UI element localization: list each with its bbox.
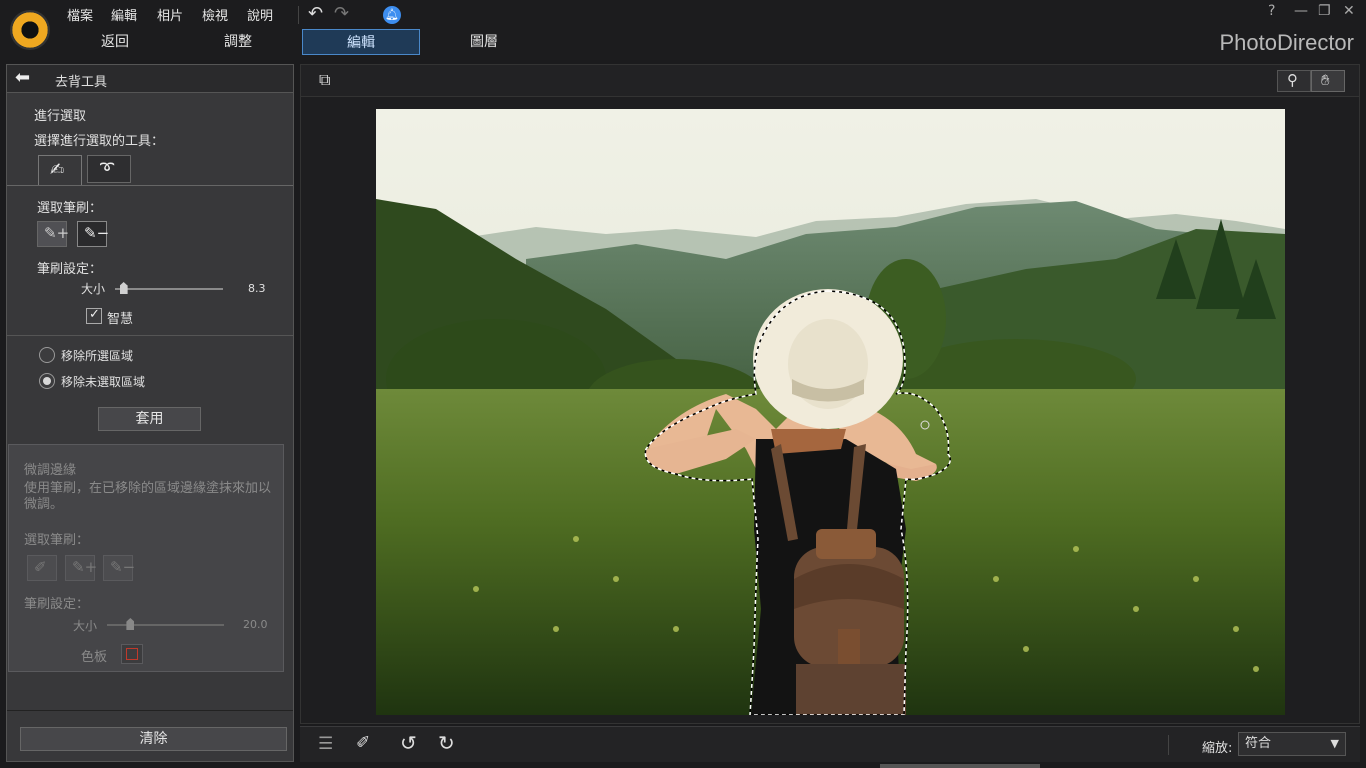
refine-brush-label: 選取筆刷： <box>24 533 90 548</box>
tab-layers[interactable]: 圖層 <box>425 29 543 55</box>
clear-button[interactable]: 清除 <box>20 727 287 751</box>
title-bar: 檔案 編輯 相片 檢視 說明 ↶ ↷ 🔔︎ ? — ❐ ✕ 返回 調整 編輯 圖… <box>0 0 1366 60</box>
panel-title: 去背工具 <box>55 75 108 90</box>
refine-eraser-button: ✐ <box>27 555 57 581</box>
redo-icon[interactable]: ↷ <box>334 3 349 24</box>
refine-edges-section: 微調邊緣 使用筆刷，在已移除的區域邊緣塗抹來加以微調。 選取筆刷： ✐ ✎+ ✎… <box>8 444 284 672</box>
size-slider-thumb[interactable] <box>119 282 128 294</box>
size-value: 8.3 <box>248 282 266 295</box>
remove-unselected-radio[interactable] <box>39 373 55 389</box>
zoom-label: 縮放: <box>1202 741 1233 756</box>
refine-description: 使用筆刷，在已移除的區域邊緣塗抹來加以微調。 <box>24 481 272 512</box>
brush-icon: ✍︎ <box>50 160 65 180</box>
refine-add-button: ✎+ <box>65 555 98 581</box>
tab-edit[interactable]: 編輯 <box>302 29 420 55</box>
pan-tool-button[interactable]: ✋︎ <box>1311 70 1345 92</box>
palette-label: 色板 <box>81 650 108 665</box>
smart-checkbox[interactable]: ✓ <box>86 307 102 324</box>
back-arrow-icon[interactable]: ⬅ <box>15 67 30 88</box>
add-brush-icon: ✎+ <box>44 224 70 242</box>
hand-icon: ✋︎ <box>1321 71 1330 89</box>
menu-file[interactable]: 檔案 <box>67 5 93 24</box>
remove-unselected-label[interactable]: 移除未選取區域 <box>61 373 145 390</box>
canvas-toolbar: ⧉ ⚲ ✋︎ <box>301 65 1359 97</box>
rotate-left-icon[interactable]: ↺ <box>400 731 417 755</box>
list-rotate-icon[interactable]: ☰ <box>318 734 333 754</box>
refine-size-slider-thumb <box>126 618 135 630</box>
menu-divider <box>298 6 299 24</box>
chevron-down-icon: ▼ <box>1330 737 1339 750</box>
add-brush-button[interactable]: ✎+ <box>37 221 70 247</box>
tool-tab-divider <box>7 185 293 186</box>
selection-section-title: 進行選取 <box>34 109 87 124</box>
refine-title: 微調邊緣 <box>24 463 77 478</box>
menu-photo[interactable]: 相片 <box>157 5 183 24</box>
tab-adjust[interactable]: 調整 <box>179 29 297 55</box>
zoom-select-value: 符合 <box>1245 736 1272 751</box>
menu-edit[interactable]: 編輯 <box>111 5 137 24</box>
brush-tool-tab[interactable]: ✍︎ <box>38 155 82 185</box>
horizontal-scrollbar[interactable] <box>880 764 1040 768</box>
palette-swatch-button <box>121 644 143 664</box>
undo-icon[interactable]: ↶ <box>308 3 323 24</box>
menu-view[interactable]: 檢視 <box>202 5 228 24</box>
photo-canvas[interactable] <box>376 109 1285 715</box>
lasso-tool-tab[interactable]: ➰︎ <box>87 155 131 183</box>
edit-brush-icon[interactable]: ✐ <box>356 733 370 753</box>
remove-selected-radio[interactable] <box>39 347 55 363</box>
eraser-icon: ✐ <box>34 558 47 576</box>
section-divider <box>7 335 293 336</box>
size-label: 大小 <box>81 282 106 296</box>
refine-brush-settings-label: 筆刷設定： <box>24 597 90 612</box>
restore-icon[interactable]: ❐ <box>1318 3 1331 19</box>
bottom-toolbar: ☰ ✐ ↺ ↻ 縮放: 符合 ▼ <box>300 726 1360 762</box>
panel-header: ⬅ 去背工具 <box>7 65 293 93</box>
apply-button[interactable]: 套用 <box>98 407 201 431</box>
refine-subtract-icon: ✎− <box>110 558 136 576</box>
brush-label: 選取筆刷： <box>37 201 103 216</box>
smart-label: 智慧 <box>107 312 134 327</box>
magnifier-icon: ⚲ <box>1287 71 1298 89</box>
subtract-brush-icon: ✎− <box>84 224 110 242</box>
refine-size-slider-track <box>107 624 224 626</box>
size-slider-track[interactable] <box>115 288 223 290</box>
brush-settings-label: 筆刷設定： <box>37 262 103 277</box>
tab-back[interactable]: 返回 <box>56 29 174 55</box>
refine-size-label: 大小 <box>73 619 98 633</box>
bottom-divider-line <box>1168 735 1169 755</box>
photo-image <box>376 109 1285 715</box>
lasso-icon: ➰︎ <box>100 159 115 179</box>
refine-size-value: 20.0 <box>243 618 268 631</box>
refine-add-icon: ✎+ <box>72 558 98 576</box>
app-logo[interactable] <box>10 10 50 50</box>
rotate-right-icon[interactable]: ↻ <box>438 731 455 755</box>
subtract-brush-button[interactable]: ✎− <box>77 221 110 247</box>
checkmark-icon: ✓ <box>89 307 100 322</box>
choose-tool-label: 選擇進行選取的工具： <box>34 134 165 149</box>
brand-name: PhotoDirector <box>1219 30 1354 55</box>
zoom-select[interactable]: 符合 ▼ <box>1238 732 1346 756</box>
compare-view-icon[interactable]: ⧉ <box>319 70 330 90</box>
close-icon[interactable]: ✕ <box>1343 3 1355 19</box>
notification-bell-icon[interactable]: 🔔︎ <box>383 6 401 24</box>
refine-subtract-button: ✎− <box>103 555 136 581</box>
help-icon[interactable]: ? <box>1268 3 1275 19</box>
bottom-divider <box>7 710 293 711</box>
zoom-tool-button[interactable]: ⚲ <box>1277 70 1311 92</box>
palette-swatch <box>126 648 138 660</box>
minimize-icon[interactable]: — <box>1294 3 1308 19</box>
cutout-tool-panel: ⬅ 去背工具 進行選取 選擇進行選取的工具： ✍︎ ➰︎ 選取筆刷： ✎+ ✎−… <box>6 64 294 762</box>
menu-help[interactable]: 說明 <box>247 5 273 24</box>
remove-selected-label[interactable]: 移除所選區域 <box>61 347 133 364</box>
